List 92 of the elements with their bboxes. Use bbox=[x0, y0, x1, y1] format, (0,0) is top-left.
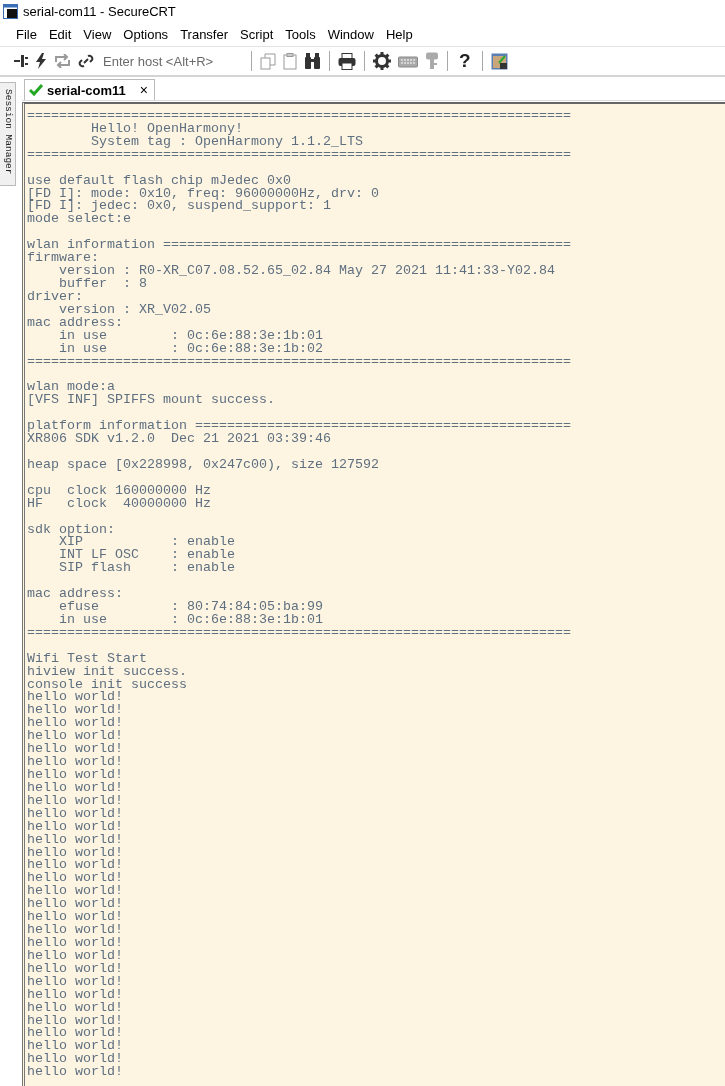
terminal-line: hello world! bbox=[27, 1001, 123, 1015]
menu-item[interactable]: Options bbox=[117, 24, 175, 44]
session-tab[interactable]: serial-com11 × bbox=[24, 79, 155, 100]
terminal-line: ==================================================================== bbox=[27, 148, 571, 162]
terminal-line: hello world! bbox=[27, 975, 123, 989]
terminal-line: hello world! bbox=[27, 833, 123, 847]
terminal-line: HF clock 40000000 Hz bbox=[27, 497, 211, 511]
terminal-line: hello world! bbox=[27, 911, 123, 925]
terminal-line: hello world! bbox=[27, 756, 123, 769]
connect-bar-icon[interactable] bbox=[14, 54, 28, 68]
terminal-line: hello world! bbox=[27, 717, 123, 731]
terminal-line: hello world! bbox=[27, 794, 123, 808]
terminal-line: XIP : enable bbox=[58, 536, 235, 550]
terminal-line: hello world! bbox=[27, 1014, 123, 1028]
terminal-line: [FD I]: mode: 0x10, freq: 96000000Hz, drv: 0 bbox=[27, 187, 379, 201]
terminal-line: wlan mode:a bbox=[27, 381, 115, 395]
terminal-line: hello world! bbox=[27, 769, 123, 782]
link-icon[interactable] bbox=[78, 54, 94, 68]
close-button[interactable]: × bbox=[139, 82, 148, 98]
terminal-line: buffer : 8 bbox=[58, 278, 147, 291]
terminal-line: hello world! bbox=[27, 949, 123, 963]
reconnect-icon[interactable] bbox=[54, 54, 71, 68]
terminal-line: hello world! bbox=[27, 898, 123, 912]
print-icon[interactable] bbox=[338, 52, 356, 70]
terminal-line: mac address: bbox=[27, 588, 123, 602]
terminal-line: ==================================================================== bbox=[27, 626, 571, 640]
terminal-line: heap space [0x228998, 0x247c00), size 127592 bbox=[27, 458, 379, 472]
terminal-line: hello world! bbox=[27, 1053, 123, 1067]
terminal-line: hello world! bbox=[27, 807, 123, 821]
terminal-line: driver: bbox=[27, 290, 83, 304]
terminal-line: ==================================================================== bbox=[27, 355, 571, 369]
terminal-line: hello world! bbox=[27, 846, 123, 860]
terminal-line: hello world! bbox=[27, 859, 123, 873]
terminal-line: XR806 SDK v1.2.0 Dec 21 2021 03:39:46 bbox=[27, 433, 331, 446]
terminal-line: hello world! bbox=[27, 1066, 123, 1080]
terminal-line: hello world! bbox=[27, 730, 123, 744]
terminal-line: [VFS INF] SPIFFS mount success. bbox=[27, 394, 275, 408]
terminal-line: version : R0-XR_C07.08.52.65_02.84 May 27 2021 11:41:33-Y02.84 bbox=[58, 265, 555, 278]
binoculars-icon[interactable] bbox=[304, 53, 321, 69]
terminal-line: hello world! bbox=[27, 924, 123, 937]
keyboard-icon[interactable] bbox=[398, 54, 418, 68]
terminal-line: ==================================================================== bbox=[27, 110, 571, 123]
terminal-line: hiview init success. bbox=[27, 665, 187, 679]
terminal-line: wlan information =================================================== bbox=[27, 239, 571, 253]
terminal-line: hello world! bbox=[27, 691, 123, 705]
terminal-line: hello world! bbox=[27, 937, 123, 950]
host-field[interactable]: Enter host <Alt+R> bbox=[101, 53, 243, 69]
terminal-line: firmware: bbox=[27, 252, 99, 266]
window-title: serial-com11 - SecureCRT bbox=[23, 3, 176, 19]
terminal-line: in use : 0c:6e:88:3e:1b:02 bbox=[58, 342, 323, 356]
terminal-line: hello world! bbox=[27, 885, 123, 899]
terminal-line: hello world! bbox=[27, 1027, 123, 1041]
terminal-line: in use : 0c:6e:88:3e:1b:01 bbox=[58, 613, 323, 627]
terminal-line: [FD I]: jedec: 0x0, suspend_support: 1 bbox=[27, 200, 331, 214]
terminal-line: Hello! OpenHarmony! bbox=[90, 122, 243, 136]
lock-screen-icon[interactable] bbox=[490, 52, 508, 70]
menu-item[interactable]: Help bbox=[379, 24, 419, 44]
menu-item[interactable]: Tools bbox=[279, 24, 322, 44]
menu-item[interactable]: Edit bbox=[42, 24, 78, 44]
paste-icon[interactable] bbox=[283, 52, 297, 70]
session-manager-tab[interactable]: Session Manager bbox=[0, 82, 16, 186]
terminal-line: mode select:e bbox=[27, 213, 131, 227]
terminal-line: hello world! bbox=[27, 1040, 123, 1054]
terminal-line: hello world! bbox=[27, 820, 123, 834]
terminal-line: sdk option: bbox=[27, 523, 115, 537]
terminal-line: efuse : 80:74:84:05:ba:99 bbox=[58, 601, 323, 614]
help-button[interactable]: ? bbox=[456, 50, 474, 72]
terminal-line: cpu clock 160000000 Hz bbox=[27, 484, 211, 498]
menu-item[interactable]: Script bbox=[234, 24, 280, 44]
terminal-line: hello world! bbox=[27, 704, 123, 718]
menu-item[interactable]: File bbox=[10, 24, 43, 44]
terminal-line: System tag : OpenHarmony 1.1.2_LTS bbox=[90, 135, 363, 149]
terminal-line: console init success bbox=[27, 678, 187, 692]
settings-icon[interactable] bbox=[373, 52, 391, 70]
menu-item[interactable]: Window bbox=[321, 24, 380, 44]
terminal-line: hello world! bbox=[27, 743, 123, 757]
terminal-line: use default flash chip mJedec 0x0 bbox=[27, 174, 291, 188]
app-icon bbox=[3, 3, 18, 19]
menu-item[interactable]: View bbox=[77, 24, 118, 44]
terminal-line: Wifi Test Start bbox=[27, 652, 147, 666]
terminal-line: hello world! bbox=[27, 962, 123, 976]
terminal-line: hello world! bbox=[27, 988, 123, 1002]
terminal-line: mac address: bbox=[27, 316, 123, 330]
terminal-line: in use : 0c:6e:88:3e:1b:01 bbox=[58, 329, 323, 343]
terminal-line: hello world! bbox=[27, 781, 123, 795]
terminal-line: SIP flash : enable bbox=[58, 562, 235, 576]
terminal-line: hello world! bbox=[27, 872, 123, 886]
terminal-line: platform information =============================================== bbox=[27, 420, 571, 434]
lightning-icon[interactable] bbox=[35, 53, 47, 69]
terminal-line: INT LF OSC : enable bbox=[58, 549, 235, 563]
terminal-line: version : XR_V02.05 bbox=[58, 303, 211, 317]
menu-item[interactable]: Transfer bbox=[174, 24, 235, 44]
